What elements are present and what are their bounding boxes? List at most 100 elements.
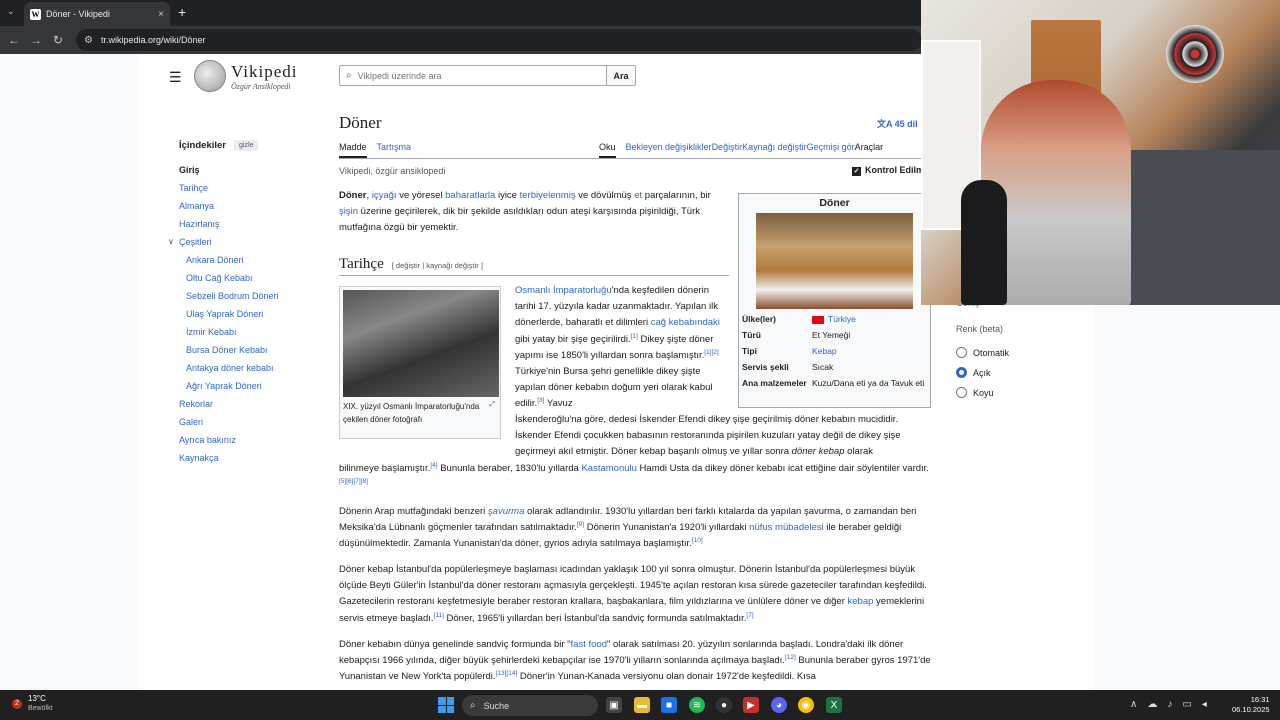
weather-text: 13°C Bewölkt (28, 694, 53, 714)
color-option-dark[interactable]: Koyu (956, 387, 994, 398)
link-baharatlarla[interactable]: baharatlarla (445, 190, 495, 201)
toc-hide-button[interactable]: gizle (234, 140, 259, 151)
taskbar-search[interactable]: ⌕ Suche (462, 695, 598, 716)
historical-photo-figure: XIX. yüzyıl Osmanlı İmparatorluğu'nda çe… (339, 286, 501, 439)
toc-item-tarihce[interactable]: Tarihçe (179, 183, 329, 201)
file-explorer-icon[interactable]: ▬ (634, 697, 650, 713)
link-savurma[interactable]: şavurma (488, 506, 524, 517)
new-tab-icon[interactable]: + (178, 4, 186, 20)
tab-close-icon[interactable]: × (158, 9, 164, 20)
radio-icon[interactable] (956, 387, 967, 398)
cloud-icon[interactable]: ☁ (1147, 699, 1157, 710)
search-button[interactable]: Ara (606, 65, 636, 86)
back-arrow-icon[interactable]: ← (3, 33, 25, 47)
site-info-icon[interactable]: ⚙ (84, 35, 93, 46)
reviewed-indicator[interactable]: ✓ Kontrol Edilm (852, 165, 924, 176)
color-option-light[interactable]: Açık (956, 367, 991, 378)
infobox-rows: Ülke(ler) Türkiye Türü Et Yemeği Tipi Kebap… (742, 313, 927, 393)
toc-item-antakya-doner-kebabi[interactable]: Antakya döner kebabı (179, 363, 329, 381)
windows-start-icon[interactable] (438, 697, 454, 713)
toc-item-agri-yaprak-doneri[interactable]: Ağrı Yaprak Döneri (179, 381, 329, 399)
battery-icon[interactable]: ▭ (1182, 699, 1191, 710)
chevron-up-icon[interactable]: ∧ (1130, 699, 1137, 710)
url-text: tr.wikipedia.org/wiki/Döner (100, 35, 206, 45)
link-fast-food[interactable]: fast food (571, 639, 607, 650)
link-osmanli[interactable]: Osmanlı İmparatorluğu (515, 285, 612, 296)
tab-araclar[interactable]: Araçlar (855, 142, 884, 158)
link-et[interactable]: et (634, 190, 642, 201)
wikipedia-logo[interactable]: Vikipedi Özgür Ansiklopedi (194, 60, 297, 92)
tab-search-icon[interactable]: ⌄ (7, 6, 15, 17)
toc-item-rekorlar[interactable]: Rekorlar (179, 399, 329, 417)
link-terbiyelenmis[interactable]: terbiyelenmiş (520, 190, 576, 201)
discord-icon[interactable]: ◕ (771, 697, 787, 713)
toc-item-almanya[interactable]: Almanya (179, 201, 329, 219)
link-nufus-mubadelesi[interactable]: nüfus mübadelesi (749, 522, 823, 533)
section-edit-links[interactable]: [ değiştir | kaynağı değiştir ] (392, 261, 483, 270)
globe-logo-icon (194, 60, 226, 92)
toc-item-galeri[interactable]: Galeri (179, 417, 329, 435)
toc-item-bursa-doner-kebabi[interactable]: Bursa Döner Kebabı (179, 345, 329, 363)
language-button[interactable]: 文A 45 dil (877, 117, 918, 130)
radio-selected-icon[interactable] (956, 367, 967, 378)
tab-gecmisi-gor[interactable]: Geçmişi gör (807, 142, 855, 158)
spotify-icon[interactable]: ≋ (689, 697, 705, 713)
radio-icon[interactable] (956, 347, 967, 358)
link-cag-kebabi[interactable]: cağ kebabındaki (651, 317, 720, 328)
link-sisin[interactable]: şişin (339, 206, 358, 217)
weather-widget[interactable]: 2 13°C Bewölkt (12, 694, 53, 714)
toc-item-cesitleri[interactable]: ∨ Çeşitleri (168, 237, 329, 255)
task-view-icon[interactable]: ▣ (606, 697, 622, 713)
chrome-icon[interactable]: ◉ (798, 697, 814, 713)
tab-tartisma[interactable]: Tartışma (377, 142, 412, 158)
link-kebap-infobox[interactable]: Kebap (812, 345, 927, 361)
link-icyagi[interactable]: içyağı (372, 190, 397, 201)
search-input[interactable]: ⌕ Vikipedi üzerinde ara (339, 65, 607, 86)
toc-item-kaynakca[interactable]: Kaynakça (179, 453, 329, 471)
streaming-app-icon[interactable]: ▶ (743, 697, 759, 713)
toc-item-hazirlanis[interactable]: Hazırlanış (179, 219, 329, 237)
chevron-down-icon[interactable]: ∨ (168, 237, 174, 246)
history-paragraph-2: Dönerin Arap mutfağındaki benzeri şavurm… (339, 506, 917, 550)
taskbar-search-label: Suche (483, 700, 510, 711)
volume-icon[interactable]: ◂ (1202, 699, 1207, 710)
tab-degistir[interactable]: Değiştir (712, 142, 743, 158)
tab-madde[interactable]: Madde (339, 142, 367, 158)
toc-item-ankara-doneri[interactable]: Ankara Döneri (179, 255, 329, 273)
toc-item-ayrica-bakiniz[interactable]: Ayrıca bakınız (179, 435, 329, 453)
reload-icon[interactable]: ↻ (47, 33, 69, 47)
search-placeholder: Vikipedi üzerinde ara (357, 70, 442, 81)
excel-icon[interactable]: X (826, 697, 842, 713)
forward-arrow-icon[interactable]: → (25, 33, 47, 47)
history-paragraph-3: Döner kebap İstanbul'da popülerleşmeye b… (339, 564, 927, 624)
enlarge-icon[interactable]: ⤢ (489, 399, 495, 412)
tab-title: Döner - Vikipedi (46, 9, 110, 19)
obs-icon[interactable]: ● (716, 697, 732, 713)
link-turkiye[interactable]: Türkiye (828, 314, 856, 324)
divider (339, 158, 921, 159)
main-menu-icon[interactable]: ☰ (169, 69, 182, 86)
toc-list: Giriş Tarihçe Almanya Hazırlanış ∨ Çeşitl… (168, 165, 329, 471)
toc-item-izmir-kebabi[interactable]: İzmir Kebabı (179, 327, 329, 345)
toc-item-oltu-cag-kebabi[interactable]: Oltu Cağ Kebabı (179, 273, 329, 291)
toc-item-giris[interactable]: Giriş (179, 165, 329, 183)
store-icon[interactable]: ■ (661, 697, 677, 713)
infobox-key: Türü (742, 330, 761, 340)
taskbar-clock[interactable]: 16:31 06.10.2025 (1232, 695, 1270, 715)
browser-tab[interactable]: W Döner - Vikipedi × (24, 2, 170, 26)
infobox-doner-photo[interactable] (756, 213, 913, 309)
tab-kaynagi-degistir[interactable]: Kaynağı değiştir (742, 142, 807, 158)
link-kebap[interactable]: kebap (848, 596, 874, 607)
tab-oku[interactable]: Oku (599, 142, 616, 158)
toc-item-ulas-yaprak-doneri[interactable]: Ulaş Yaprak Döneri (179, 309, 329, 327)
address-bar[interactable]: ⚙ tr.wikipedia.org/wiki/Döner (76, 29, 922, 51)
infobox-key: Tipi (742, 346, 757, 356)
infobox-row: Tipi Kebap (742, 345, 927, 361)
color-option-auto[interactable]: Otomatik (956, 347, 1009, 358)
link-kastamonulu[interactable]: Kastamonulu (581, 463, 636, 474)
tab-bekleyen-degisiklikler[interactable]: Bekleyen değişiklikler (626, 142, 712, 158)
translate-icon: 文A (877, 119, 895, 129)
historical-doner-photo[interactable] (343, 290, 499, 397)
toc-item-sebzeli-bodrum-doneri[interactable]: Sebzeli Bodrum Döneri (179, 291, 329, 309)
microphone-icon[interactable]: ♪ (1167, 699, 1172, 710)
